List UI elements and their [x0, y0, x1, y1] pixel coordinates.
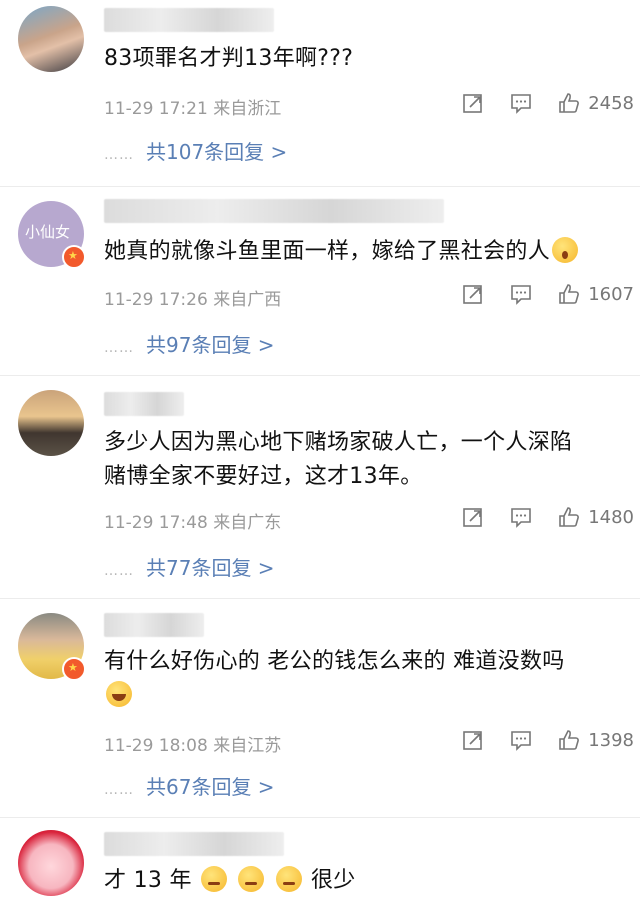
reply-dots: …… [104, 147, 134, 163]
username-blurred[interactable] [104, 613, 204, 637]
avatar[interactable] [18, 613, 86, 681]
thumbs-up-icon[interactable] [558, 92, 580, 114]
reply-count[interactable]: 共97条回复 > [146, 333, 275, 357]
verified-badge-icon [62, 245, 86, 269]
comment-actions: 1480 [436, 506, 634, 528]
comment-actions: 1398 [436, 729, 634, 751]
comment-time: 11-29 17:48 [104, 513, 208, 533]
verified-badge-icon [62, 657, 86, 681]
comment-time: 11-29 18:08 [104, 736, 208, 756]
comment-location: 来自江苏 [213, 736, 282, 756]
comment-text: 83项罪名才判13年啊??? [104, 46, 354, 71]
shocked-emoji-icon [552, 237, 579, 263]
comment-location: 来自广东 [213, 513, 282, 533]
comment-text: 才 13 年 很少 [104, 864, 618, 898]
comment-icon[interactable] [510, 283, 532, 305]
reply-dots: …… [104, 340, 134, 356]
reply-count[interactable]: 共107条回复 > [146, 140, 287, 164]
crying-emoji-icon [238, 866, 265, 892]
comment-meta: 11-29 17:21 来自浙江 [104, 94, 281, 119]
comment-item: 多少人因为黑心地下赌场家破人亡，一个人深陷 赌博全家不要好过，这才13年。 11… [0, 376, 640, 599]
reply-link[interactable]: …… 共77条回复 > [104, 552, 275, 581]
comment-item: 才 13 年 很少 [0, 818, 640, 904]
reply-link[interactable]: …… 共67条回复 > [104, 771, 275, 800]
comment-meta: 11-29 17:26 来自广西 [104, 285, 281, 310]
comment-item: 小仙女 她真的就像斗鱼里面一样，嫁给了黑社会的人 11-29 17:26 来自广… [0, 187, 640, 376]
comment-item: 83项罪名才判13年啊??? 11-29 17:21 来自浙江 2458 …… 共… [0, 0, 640, 187]
comment-item: 有什么好伤心的 老公的钱怎么来的 难道没数吗 11-29 18:08 来自江苏 … [0, 599, 640, 818]
avatar-label: 小仙女 [25, 223, 71, 241]
reply-count[interactable]: 共77条回复 > [146, 556, 275, 580]
like-count: 1607 [588, 283, 634, 305]
avatar[interactable]: 小仙女 [18, 201, 86, 269]
username-blurred[interactable] [104, 832, 284, 856]
comment-icon[interactable] [510, 92, 532, 114]
comment-text: 有什么好伤心的 老公的钱怎么来的 难道没数吗 [104, 645, 618, 713]
thumbs-up-icon[interactable] [558, 506, 580, 528]
comment-location: 来自广西 [213, 290, 282, 310]
comment-text: 她真的就像斗鱼里面一样，嫁给了黑社会的人 [104, 235, 618, 269]
avatar[interactable] [18, 830, 84, 896]
reply-dots: …… [104, 563, 134, 579]
reply-link[interactable]: …… 共97条回复 > [104, 329, 275, 358]
like-count: 1398 [588, 729, 634, 751]
comment-time: 11-29 17:26 [104, 290, 208, 310]
comment-text-content: 她真的就像斗鱼里面一样，嫁给了黑社会的人 [104, 239, 551, 264]
username-blurred[interactable] [104, 392, 184, 416]
comment-text-content: 很少 [310, 868, 356, 893]
comment-location: 来自浙江 [213, 99, 282, 119]
username-blurred[interactable] [104, 8, 274, 32]
thumbs-up-icon[interactable] [558, 283, 580, 305]
laughing-crying-emoji-icon [106, 681, 132, 707]
comment-time: 11-29 17:21 [104, 99, 208, 119]
thumbs-up-icon[interactable] [558, 729, 580, 751]
reply-count[interactable]: 共67条回复 > [146, 775, 275, 799]
comment-icon[interactable] [510, 506, 532, 528]
username-blurred[interactable] [104, 199, 444, 223]
like-count: 2458 [588, 92, 634, 114]
comment-text: 多少人因为黑心地下赌场家破人亡，一个人深陷 赌博全家不要好过，这才13年。 [104, 426, 618, 494]
comment-actions: 2458 [436, 92, 634, 114]
like-count: 1480 [588, 506, 634, 528]
comment-emoji-line [104, 679, 618, 713]
comment-text-line: 多少人因为黑心地下赌场家破人亡，一个人深陷 [104, 430, 573, 455]
crying-emoji-icon [201, 866, 228, 892]
comment-text-line: 有什么好伤心的 老公的钱怎么来的 难道没数吗 [104, 649, 565, 674]
share-icon[interactable] [462, 729, 484, 751]
comment-actions: 1607 [436, 283, 634, 305]
share-icon[interactable] [462, 506, 484, 528]
share-icon[interactable] [462, 283, 484, 305]
comment-text-line: 赌博全家不要好过，这才13年。 [104, 464, 423, 489]
reply-dots: …… [104, 782, 134, 798]
share-icon[interactable] [462, 92, 484, 114]
avatar[interactable] [18, 390, 84, 456]
comment-icon[interactable] [510, 729, 532, 751]
crying-emoji-icon [275, 866, 302, 892]
reply-link[interactable]: …… 共107条回复 > [104, 136, 287, 165]
comment-meta: 11-29 18:08 来自江苏 [104, 731, 281, 756]
avatar[interactable] [18, 6, 84, 72]
comment-text-content: 才 13 年 [104, 868, 192, 893]
comment-meta: 11-29 17:48 来自广东 [104, 508, 281, 533]
